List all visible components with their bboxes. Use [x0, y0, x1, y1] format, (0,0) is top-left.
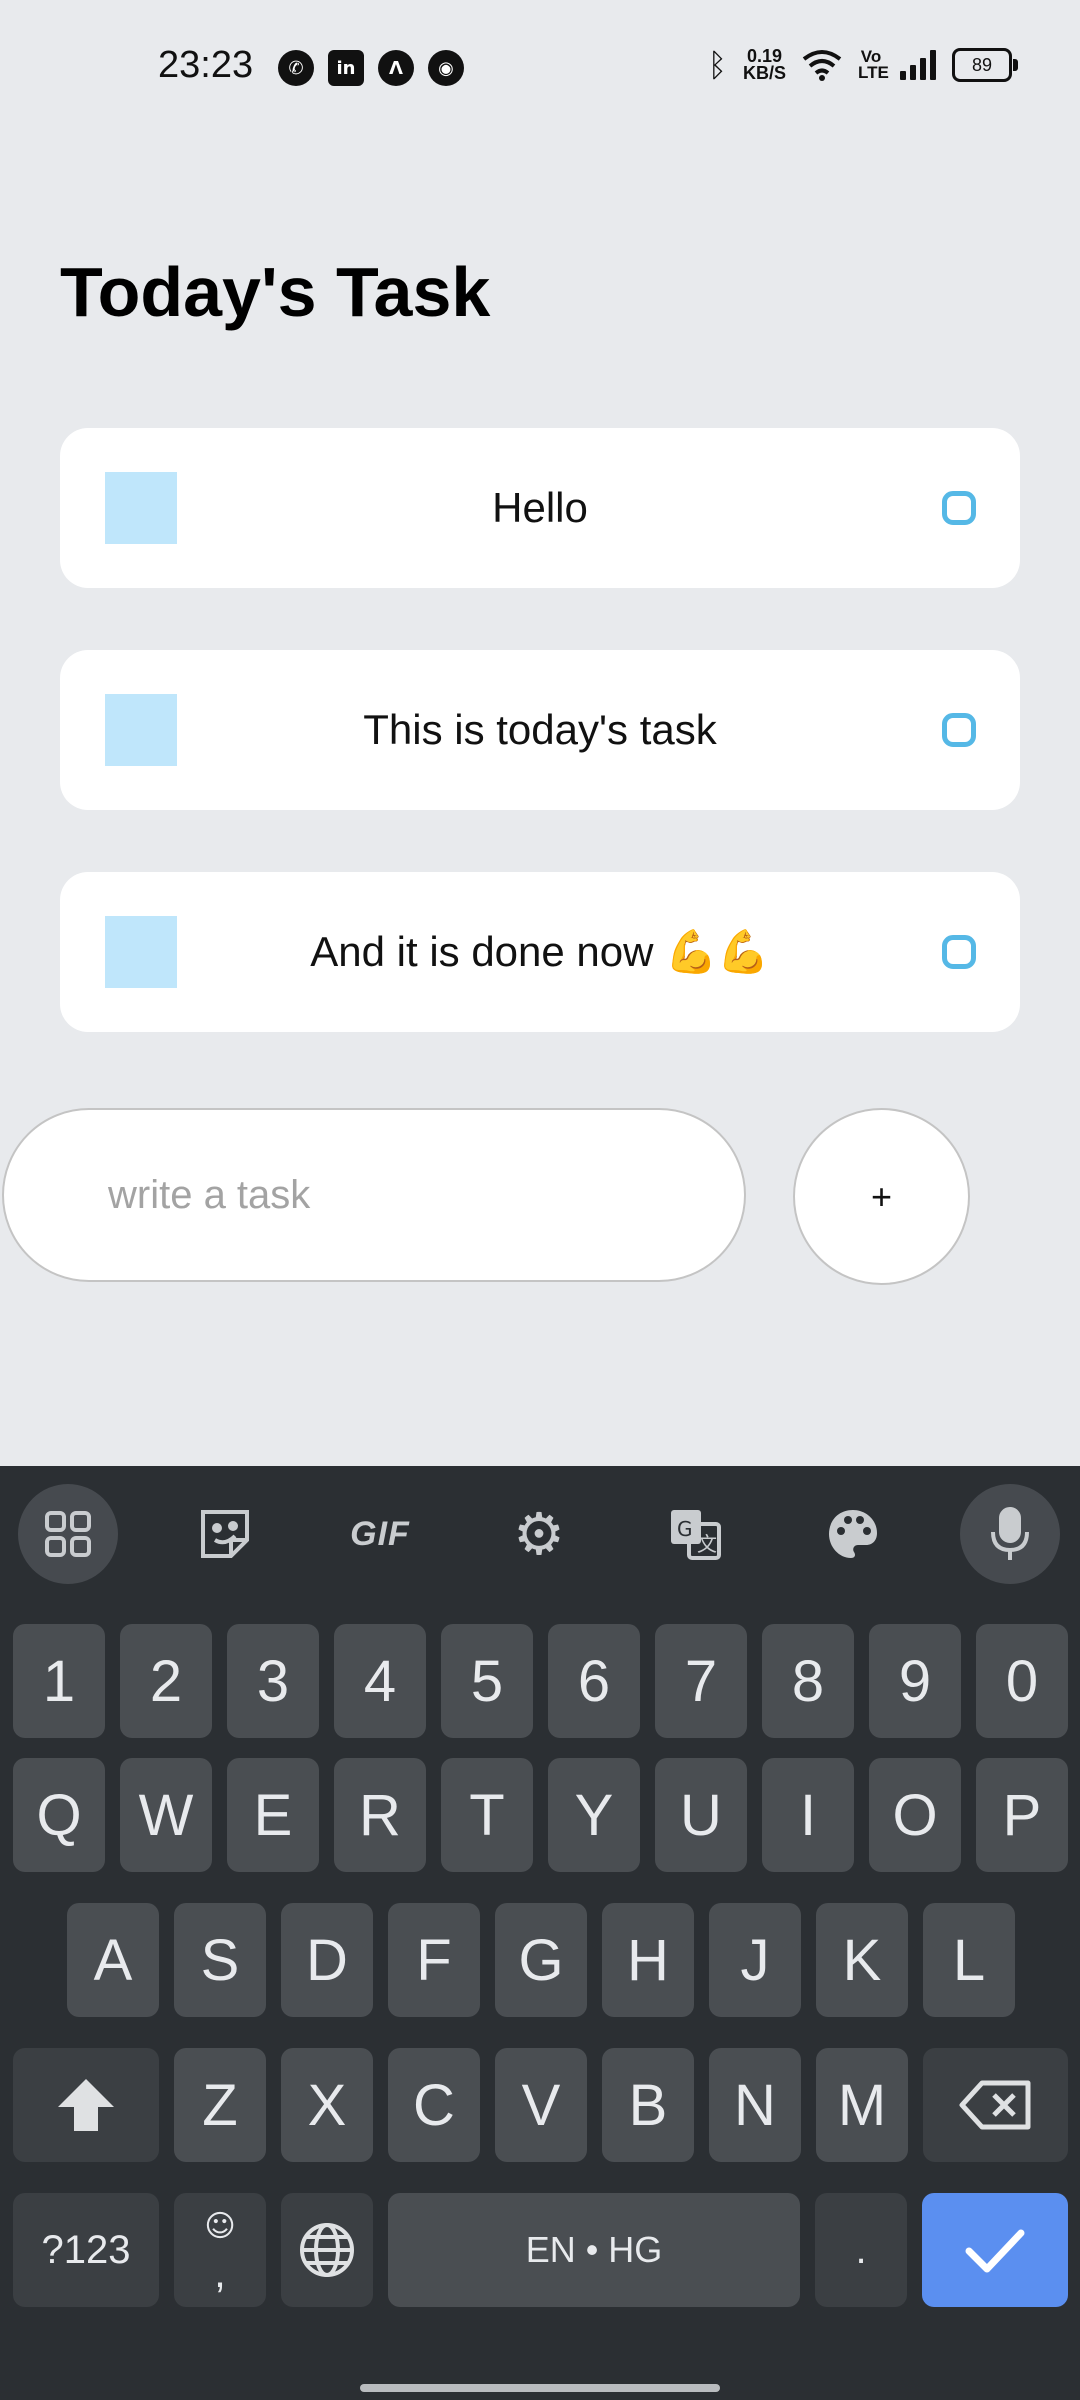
soft-keyboard: GIF ⚙ G 文 1 2 3 4 5 6 7 8 9 0 Q W E R T … [0, 1466, 1080, 2400]
key-u[interactable]: U [655, 1758, 747, 1872]
key-7[interactable]: 7 [655, 1624, 747, 1738]
chrome-icon: ◉ [428, 50, 464, 86]
key-n[interactable]: N [709, 2048, 801, 2162]
key-1[interactable]: 1 [13, 1624, 105, 1738]
key-a[interactable]: A [67, 1903, 159, 2017]
arc-icon: Λ [378, 50, 414, 86]
key-e[interactable]: E [227, 1758, 319, 1872]
task-input[interactable] [106, 1171, 744, 1219]
key-x[interactable]: X [281, 2048, 373, 2162]
key-8[interactable]: 8 [762, 1624, 854, 1738]
key-9[interactable]: 9 [869, 1624, 961, 1738]
backspace-key[interactable] [923, 2048, 1068, 2162]
key-6[interactable]: 6 [548, 1624, 640, 1738]
key-m[interactable]: M [816, 2048, 908, 2162]
task-status-circle-icon[interactable] [942, 935, 976, 969]
signal-icon [900, 50, 936, 80]
net-speed-unit: KB/S [742, 63, 786, 83]
key-b[interactable]: B [602, 2048, 694, 2162]
key-g[interactable]: G [495, 1903, 587, 2017]
key-0[interactable]: 0 [976, 1624, 1068, 1738]
palette-icon[interactable] [803, 1484, 903, 1584]
add-task-button[interactable]: + [793, 1108, 970, 1285]
emoji-icon: ☺ [204, 2209, 236, 2244]
key-h[interactable]: H [602, 1903, 694, 2017]
task-text: Hello [492, 484, 588, 531]
key-2[interactable]: 2 [120, 1624, 212, 1738]
mic-icon[interactable] [960, 1484, 1060, 1584]
key-q[interactable]: Q [13, 1758, 105, 1872]
key-4[interactable]: 4 [334, 1624, 426, 1738]
comma-emoji-key[interactable]: ☺ , [174, 2193, 266, 2307]
key-j[interactable]: J [709, 1903, 801, 2017]
checkmark-icon [965, 2229, 1025, 2273]
task-item[interactable]: This is today's task [60, 650, 1020, 810]
task-square-icon[interactable] [105, 472, 177, 544]
task-text: This is today's task [363, 706, 717, 753]
task-square-icon[interactable] [105, 694, 177, 766]
bluetooth-icon: ᛒ [707, 46, 727, 84]
linkedin-icon: in [328, 50, 364, 86]
page-title: Today's Task [60, 253, 491, 331]
svg-text:G: G [677, 1517, 693, 1541]
status-time: 23:23 [158, 44, 254, 86]
battery-icon: 89 [952, 48, 1018, 82]
space-key[interactable]: EN • HG [388, 2193, 800, 2307]
task-list: Hello This is today's task And it is don… [60, 428, 1020, 1094]
shift-icon [58, 2079, 114, 2131]
key-i[interactable]: I [762, 1758, 854, 1872]
key-t[interactable]: T [441, 1758, 533, 1872]
key-p[interactable]: P [976, 1758, 1068, 1872]
keyboard-toolbar: GIF ⚙ G 文 [0, 1466, 1080, 1606]
whatsapp-icon: ✆ [278, 50, 314, 86]
key-5[interactable]: 5 [441, 1624, 533, 1738]
key-l[interactable]: L [923, 1903, 1015, 2017]
translate-icon[interactable]: G 文 [645, 1484, 745, 1584]
wifi-icon [802, 50, 842, 81]
globe-key[interactable] [281, 2193, 373, 2307]
volte-indicator: Vo LTE [858, 47, 889, 82]
grid-icon[interactable] [18, 1484, 118, 1584]
symbols-key[interactable]: ?123 [13, 2193, 159, 2307]
status-right: ᛒ 0.19 KB/S Vo LTE 89 [707, 46, 1018, 84]
key-y[interactable]: Y [548, 1758, 640, 1872]
notification-icons: ✆ in Λ ◉ [278, 50, 464, 86]
task-square-icon[interactable] [105, 916, 177, 988]
status-bar: 23:23 ✆ in Λ ◉ ᛒ 0.19 KB/S Vo LTE 89 [0, 0, 1080, 136]
task-status-circle-icon[interactable] [942, 491, 976, 525]
key-c[interactable]: C [388, 2048, 480, 2162]
key-k[interactable]: K [816, 1903, 908, 2017]
gif-label: GIF [350, 1514, 410, 1553]
enter-key[interactable] [922, 2193, 1068, 2307]
shift-key[interactable] [13, 2048, 159, 2162]
settings-icon[interactable]: ⚙ [489, 1484, 589, 1584]
task-status-circle-icon[interactable] [942, 713, 976, 747]
globe-icon [300, 2223, 354, 2277]
home-indicator[interactable] [360, 2384, 720, 2392]
key-v[interactable]: V [495, 2048, 587, 2162]
sticker-icon[interactable] [175, 1484, 275, 1584]
net-speed: 0.19 KB/S [742, 47, 786, 83]
key-f[interactable]: F [388, 1903, 480, 2017]
backspace-icon [959, 2080, 1030, 2130]
key-r[interactable]: R [334, 1758, 426, 1872]
task-text: And it is done now 💪💪 [310, 927, 770, 975]
key-o[interactable]: O [869, 1758, 961, 1872]
key-z[interactable]: Z [174, 2048, 266, 2162]
key-3[interactable]: 3 [227, 1624, 319, 1738]
gif-button[interactable]: GIF [330, 1484, 430, 1584]
key-d[interactable]: D [281, 1903, 373, 2017]
key-s[interactable]: S [174, 1903, 266, 2017]
task-item[interactable]: Hello [60, 428, 1020, 588]
task-input-wrapper[interactable] [2, 1108, 746, 1282]
period-key[interactable]: . [815, 2193, 907, 2307]
task-item[interactable]: And it is done now 💪💪 [60, 872, 1020, 1032]
key-w[interactable]: W [120, 1758, 212, 1872]
comma-label: , [214, 2249, 226, 2296]
svg-text:文: 文 [697, 1532, 717, 1556]
